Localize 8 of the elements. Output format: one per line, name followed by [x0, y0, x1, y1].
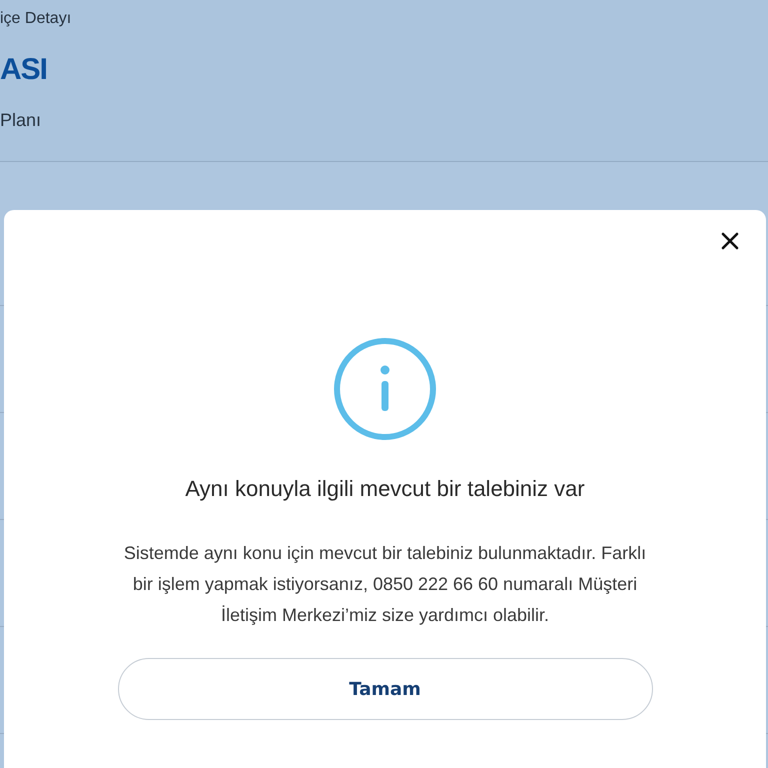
dialog-title: Aynı konuyla ilgili mevcut bir talebiniz var — [185, 475, 585, 503]
breadcrumb: içe Detayı — [0, 9, 72, 29]
ok-button[interactable]: Tamam — [118, 658, 652, 720]
dialog-message: Sistemde aynı konu için mevcut bir talebiniz bulunmaktadır. Farklı bir işlem yapmak istiyorsanız, 0850 222 66 60 numaralı Müşteri İletişim Merkezi’miz size yardımcı olabilir. — [122, 542, 648, 627]
page-title: ASI — [0, 52, 48, 88]
info-icon — [333, 337, 437, 441]
close-icon[interactable] — [721, 232, 739, 250]
page-subtitle: Planı — [0, 109, 42, 132]
